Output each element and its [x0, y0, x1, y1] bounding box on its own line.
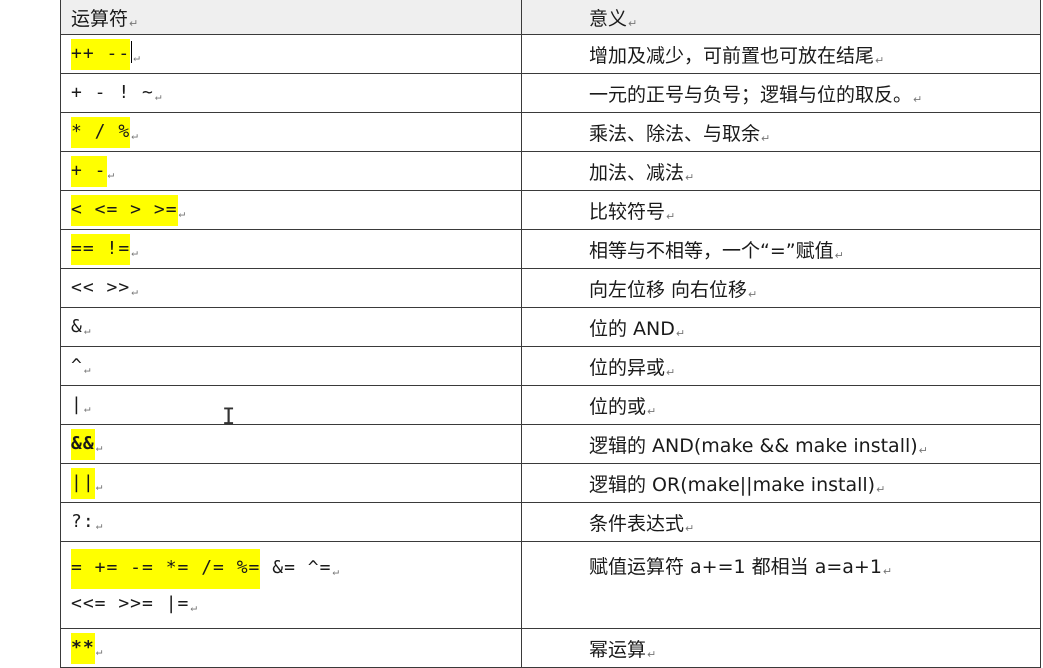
table-header-row: 运算符↵ 意义↵: [60, 0, 1041, 35]
meaning-text: 条件表达式: [589, 512, 685, 535]
operator-cell: &↵: [60, 307, 522, 347]
operator-cell: + - ! ~↵: [60, 73, 522, 113]
assign-operators-line2: <<= >>= |=: [71, 593, 190, 614]
operator-cell: ++ -- ↵: [60, 34, 522, 74]
operator-text: == !=: [71, 233, 131, 265]
operator-cell: + -↵: [60, 151, 522, 191]
meaning-text: 位的或: [589, 395, 647, 418]
table-row: * / %↵ 乘法、除法、与取余↵: [60, 112, 1041, 152]
table-row: + -↵ 加法、减法↵: [60, 151, 1041, 191]
operator-text: |: [71, 393, 83, 415]
operator-text: < <= > >=: [71, 194, 178, 226]
operator-text: ^: [71, 354, 83, 376]
operator-text: + -: [71, 155, 107, 187]
assign-meaning: 赋值运算符 a+=1 都相当 a=a+1↵: [521, 541, 1041, 629]
assign-operators-highlighted: = += -= *= /= %=: [71, 549, 261, 589]
meaning-cell: 位的或↵: [521, 385, 1041, 425]
table-row: < <= > >=↵ 比较符号↵: [60, 190, 1041, 230]
operator-cell: << >>↵: [60, 268, 522, 308]
table-row-assignment: = += -= *= /= %= &= ^=↵ <<= >>= |=↵ 赋值运算…: [60, 541, 1041, 629]
meaning-text: 一元的正号与负号；逻辑与位的取反。: [589, 83, 913, 106]
operator-cell: &&↵: [60, 424, 522, 464]
operator-cell: |↵: [60, 385, 522, 425]
operator-text: + - ! ~: [71, 81, 154, 103]
i-beam-cursor-icon: I: [222, 405, 236, 430]
operator-text: ||: [71, 467, 95, 499]
table-row: &&↵ 逻辑的 AND(make && make install)↵: [60, 424, 1041, 464]
operator-cell: == !=↵: [60, 229, 522, 269]
meaning-cell: 向左位移 向右位移↵: [521, 268, 1041, 308]
meaning-cell: 一元的正号与负号；逻辑与位的取反。↵: [521, 73, 1041, 113]
meaning-cell: 条件表达式↵: [521, 502, 1041, 542]
document-page: 运算符↵ 意义↵ ++ -- ↵ 增加及减少，可前置也可放在结尾↵ + - ! ~↵ 一…: [0, 0, 1043, 668]
operator-cell: < <= > >=↵: [60, 190, 522, 230]
operator-text: ++ --: [71, 38, 131, 70]
meaning-text: 逻辑的 OR(make||make install): [589, 473, 876, 496]
operator-text: ?:: [71, 510, 95, 532]
operator-table: 运算符↵ 意义↵ ++ -- ↵ 增加及减少，可前置也可放在结尾↵ + - ! ~↵ 一…: [60, 0, 1041, 668]
meaning-text: 乘法、除法、与取余: [589, 122, 761, 145]
table-row: + - ! ~↵ 一元的正号与负号；逻辑与位的取反。↵: [60, 73, 1041, 113]
assign-operators-rest: &= ^=: [260, 557, 332, 578]
meaning-cell: 位的异或↵: [521, 346, 1041, 386]
meaning-cell: 位的 AND↵: [521, 307, 1041, 347]
header-meaning: 意义↵: [521, 0, 1041, 35]
assign-operators: = += -= *= /= %= &= ^=↵ <<= >>= |=↵: [60, 541, 522, 629]
operator-cell: ||↵: [60, 463, 522, 503]
meaning-cell: 相等与不相等，一个“=”赋值↵: [521, 229, 1041, 269]
table-row: ^↵ 位的异或↵: [60, 346, 1041, 386]
operator-text: << >>: [71, 276, 131, 298]
meaning-cell: 增加及减少，可前置也可放在结尾↵: [521, 34, 1041, 74]
table-row: ?:↵ 条件表达式↵: [60, 502, 1041, 542]
meaning-text: 逻辑的 AND(make && make install): [589, 434, 918, 457]
operator-text: * / %: [71, 116, 131, 148]
operator-text: &&: [71, 428, 95, 460]
table-row-power: **↵ 幂运算↵: [60, 628, 1041, 668]
table-row: << >>↵ 向左位移 向右位移↵: [60, 268, 1041, 308]
operator-cell: ?:↵: [60, 502, 522, 542]
power-meaning: 幂运算↵: [521, 628, 1041, 668]
meaning-text: 位的异或: [589, 356, 666, 379]
meaning-cell: 乘法、除法、与取余↵: [521, 112, 1041, 152]
table-row: &↵ 位的 AND↵: [60, 307, 1041, 347]
table-row: == !=↵ 相等与不相等，一个“=”赋值↵: [60, 229, 1041, 269]
operator-text: &: [71, 315, 83, 337]
meaning-cell: 加法、减法↵: [521, 151, 1041, 191]
power-operator: **↵: [60, 628, 522, 668]
header-operator: 运算符↵: [60, 0, 522, 35]
meaning-text: 相等与不相等，一个“=”赋值: [589, 239, 834, 262]
operator-cell: * / %↵: [60, 112, 522, 152]
operator-cell: ^↵: [60, 346, 522, 386]
meaning-text: 加法、减法: [589, 161, 685, 184]
table-row: ||↵ 逻辑的 OR(make||make install)↵: [60, 463, 1041, 503]
meaning-text: 向左位移 向右位移: [589, 278, 748, 301]
meaning-text: 增加及减少，可前置也可放在结尾: [589, 44, 875, 67]
meaning-text: 比较符号: [589, 200, 666, 223]
meaning-cell: 逻辑的 OR(make||make install)↵: [521, 463, 1041, 503]
meaning-cell: 比较符号↵: [521, 190, 1041, 230]
meaning-cell: 逻辑的 AND(make && make install)↵: [521, 424, 1041, 464]
table-row: ++ -- ↵ 增加及减少，可前置也可放在结尾↵: [60, 34, 1041, 74]
meaning-text: 位的 AND: [589, 317, 675, 340]
table-row: |↵ 位的或↵: [60, 385, 1041, 425]
